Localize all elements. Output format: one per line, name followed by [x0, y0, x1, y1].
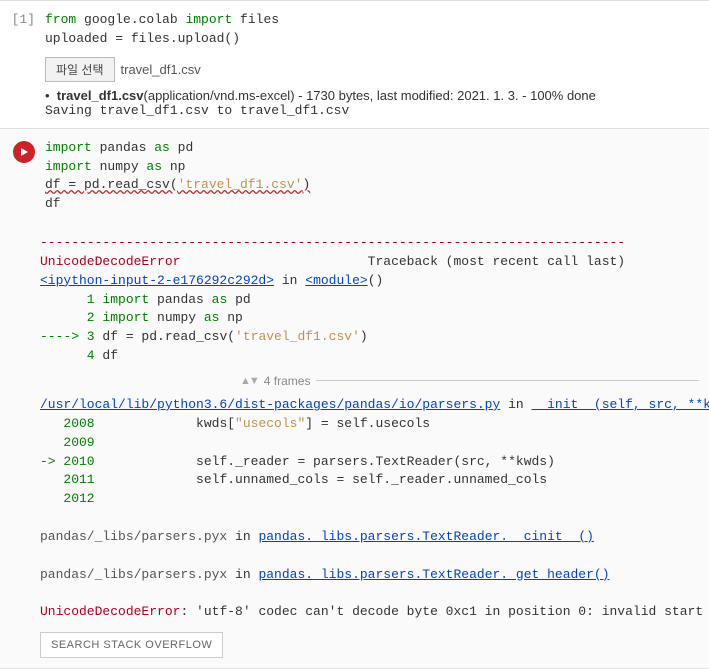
run-button[interactable]	[13, 141, 35, 163]
parsers-link[interactable]: /usr/local/lib/python3.6/dist-packages/p…	[40, 397, 500, 412]
saving-line: Saving travel_df1.csv to travel_df1.csv	[45, 103, 699, 118]
file-chosen-name: travel_df1.csv	[121, 62, 201, 77]
code-block[interactable]: import pandas as pd import numpy as np d…	[45, 139, 699, 214]
uploaded-meta: (application/vnd.ms-excel) - 1730 bytes,…	[144, 88, 596, 103]
code-cell-1: [1] from google.colab import files uploa…	[0, 0, 709, 128]
file-choose-button[interactable]: 파일 선택	[45, 57, 115, 82]
code-cell-2: import pandas as pd import numpy as np d…	[0, 128, 709, 224]
search-stackoverflow-button[interactable]: SEARCH STACK OVERFLOW	[40, 632, 223, 658]
traceback-frames: /usr/local/lib/python3.6/dist-packages/p…	[40, 396, 699, 622]
updown-icon: ▲▼	[240, 375, 258, 387]
uploaded-filename: travel_df1.csv	[57, 88, 144, 103]
ipython-input-link[interactable]: <ipython-input-2-e176292c292d>	[40, 273, 274, 288]
code-block[interactable]: from google.colab import files uploaded …	[45, 11, 699, 49]
output-area: ----------------------------------------…	[0, 224, 709, 669]
traceback: ----------------------------------------…	[40, 234, 699, 366]
bullet-icon: •	[45, 88, 57, 103]
frames-label: 4 frames	[264, 374, 311, 388]
frames-expander[interactable]: ▲▼ 4 frames	[240, 374, 699, 388]
exec-count: [1]	[12, 12, 35, 27]
